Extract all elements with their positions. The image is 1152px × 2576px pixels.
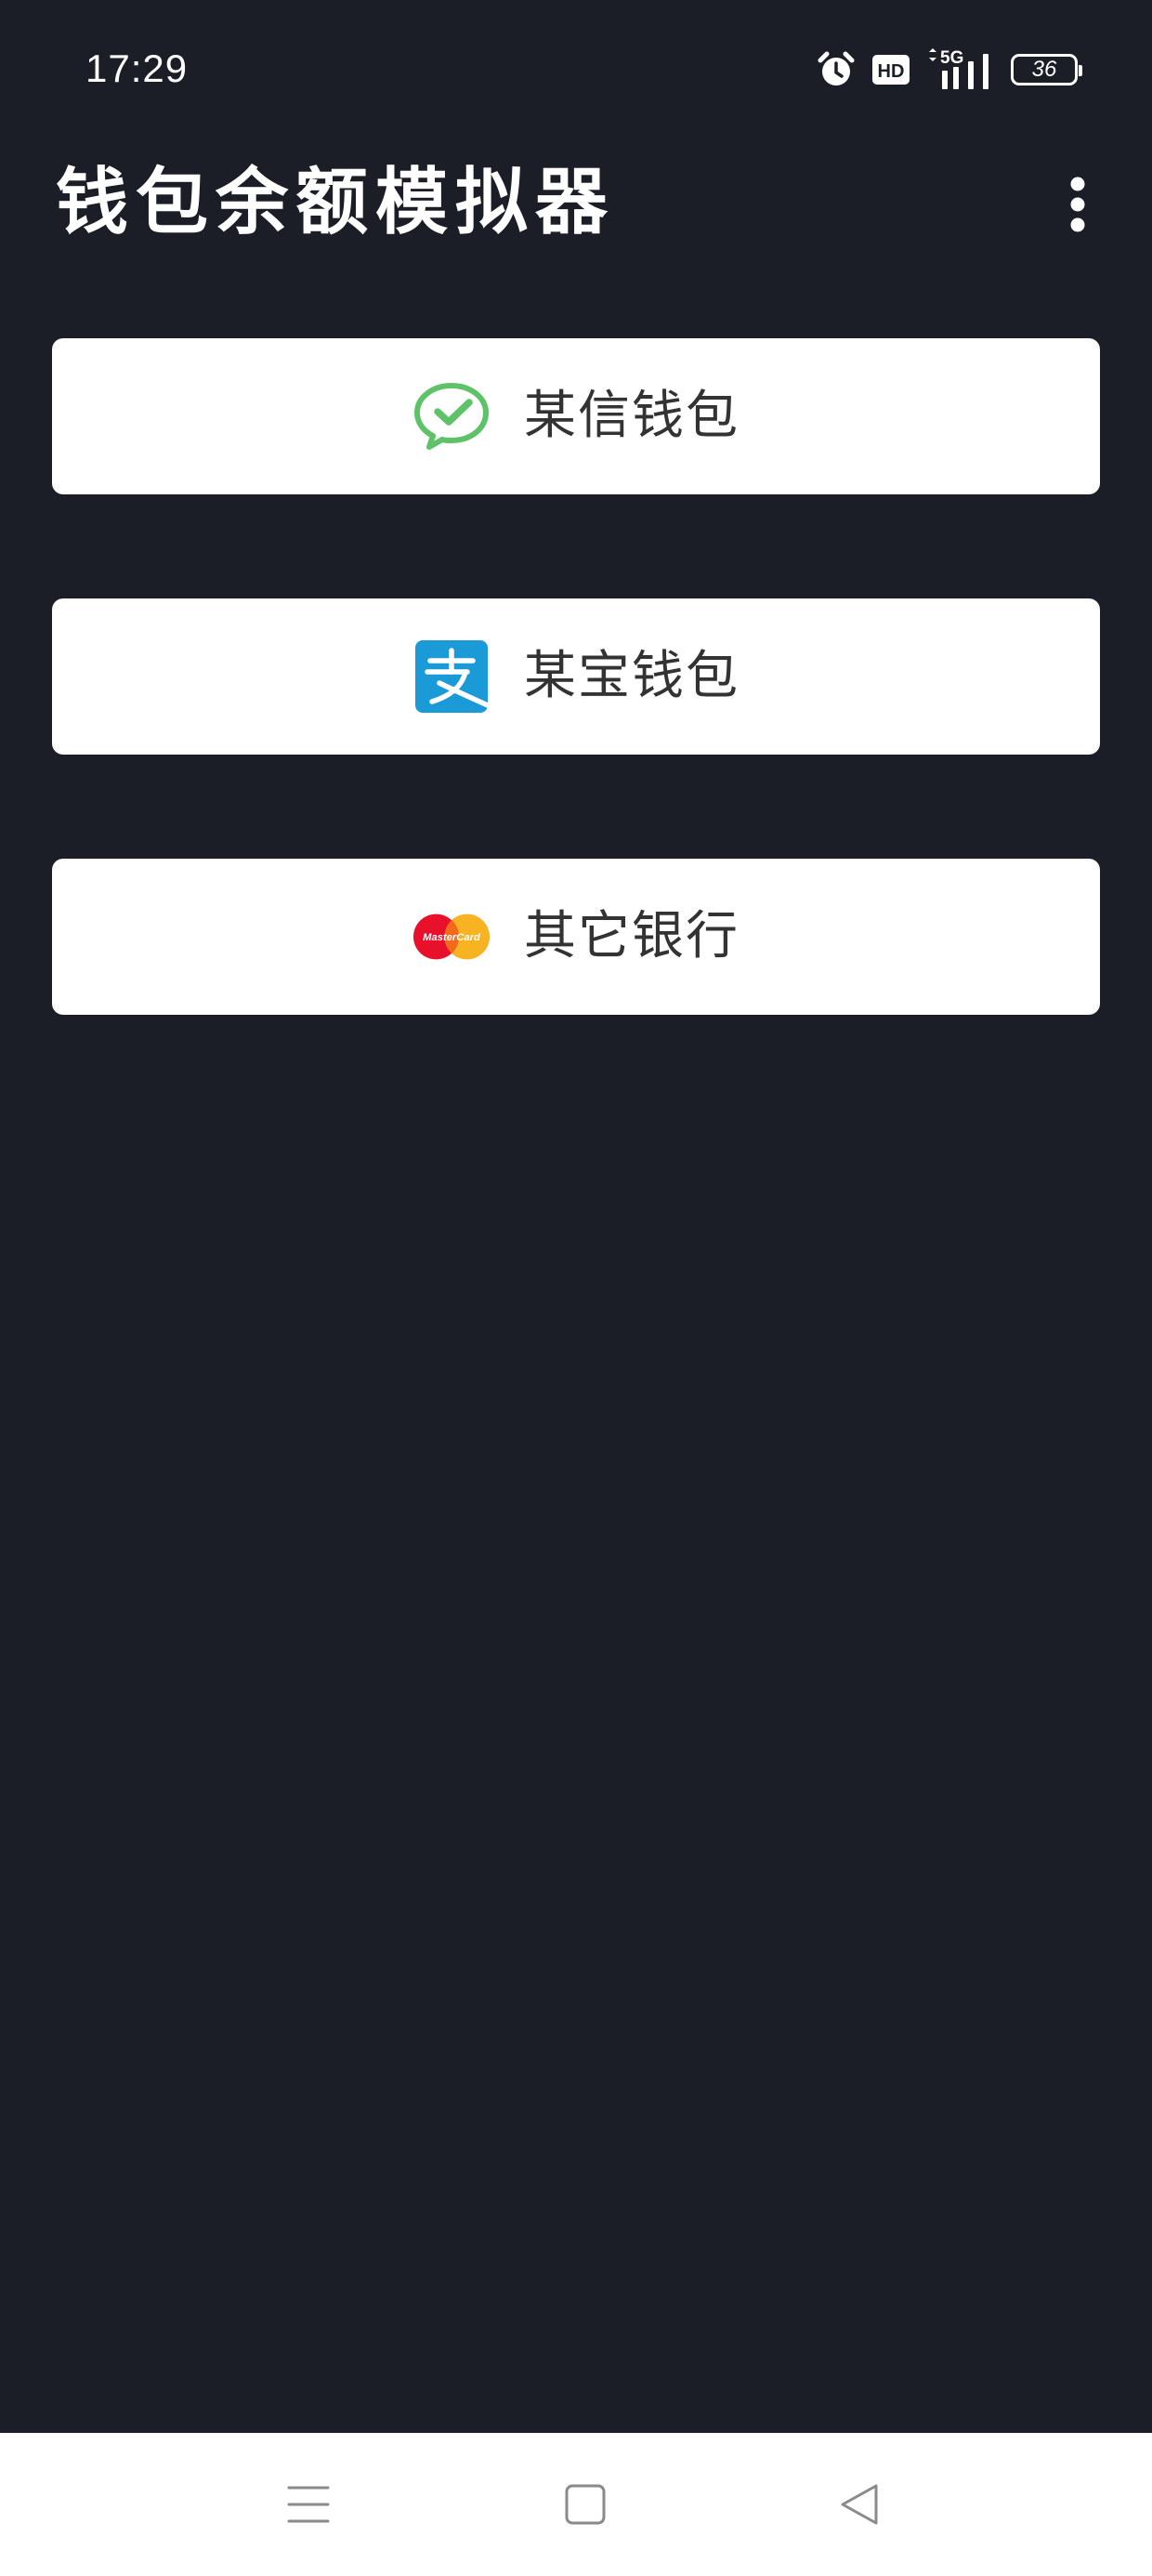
home-button[interactable]: [511, 2433, 660, 2576]
mastercard-text: MasterCard: [423, 932, 481, 943]
recent-apps-button[interactable]: [234, 2433, 383, 2576]
menu-icon: [287, 2486, 330, 2523]
alarm-icon: [816, 49, 857, 90]
status-icons: HD 5G 36: [816, 46, 1082, 93]
navigation-bar: [0, 2433, 1152, 2576]
back-icon: [841, 2484, 878, 2525]
back-button[interactable]: [786, 2433, 935, 2576]
wechat-wallet-button[interactable]: 某信钱包: [52, 338, 1100, 494]
status-bar: 17:29 HD 5G 36: [0, 0, 1152, 139]
app-bar: 钱包余额模拟器: [0, 139, 1152, 260]
mastercard-icon: MasterCard: [412, 898, 491, 976]
alipay-icon: [412, 637, 491, 716]
wallet-label: 某信钱包: [524, 386, 740, 446]
wallet-label: 其它银行: [524, 906, 740, 966]
battery-icon: 36: [1011, 54, 1082, 85]
battery-level: 36: [1031, 57, 1057, 82]
network-label: 5G: [940, 48, 963, 68]
home-icon: [565, 2484, 606, 2525]
hd-icon: HD: [871, 54, 910, 85]
hd-label: HD: [878, 61, 905, 82]
more-options-button[interactable]: [1041, 158, 1115, 251]
more-vert-icon: [1070, 177, 1085, 232]
wallet-label: 某宝钱包: [524, 646, 740, 706]
wechat-icon: [412, 377, 491, 455]
status-time: 17:29: [85, 46, 189, 90]
wallet-list: 某信钱包 某宝钱包 MasterCard 其它银行: [52, 338, 1100, 1119]
signal-5g-icon: 5G: [925, 48, 996, 91]
page-title: 钱包余额模拟器: [56, 161, 616, 244]
alipay-wallet-button[interactable]: 某宝钱包: [52, 598, 1100, 755]
other-bank-button[interactable]: MasterCard 其它银行: [52, 859, 1100, 1015]
